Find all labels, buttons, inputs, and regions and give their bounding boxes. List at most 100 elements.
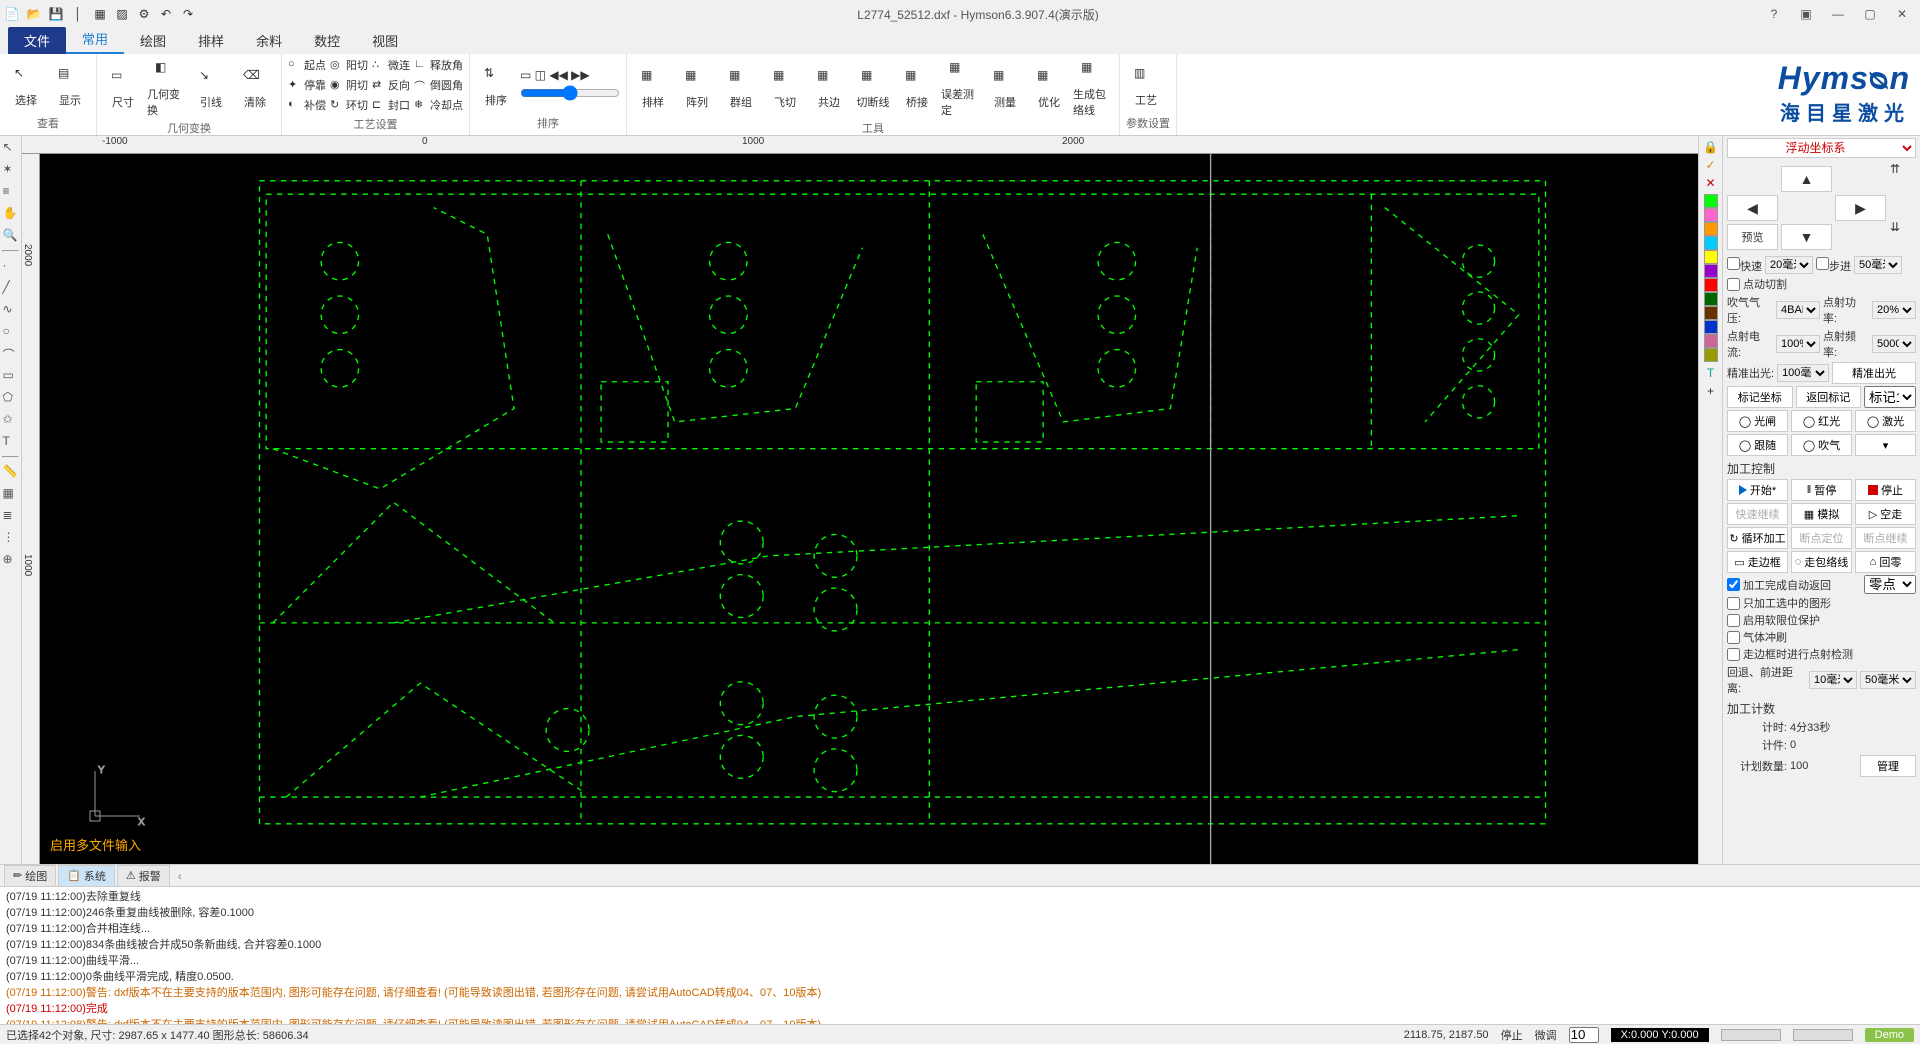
tool-line-icon[interactable]: ╱ [3,280,19,296]
tab-nest[interactable]: 排样 [182,27,240,54]
layer-swatch-3[interactable] [1704,236,1718,250]
tool-pointer-icon[interactable]: ↖ [3,140,19,156]
layer-swatch-10[interactable] [1704,334,1718,348]
tool-arc-icon[interactable]: ⌒ [3,346,19,362]
tool-8[interactable]: ▦测量 [985,64,1025,110]
tool-more-icon[interactable]: ⋮ [3,530,19,546]
size-button[interactable]: ▭尺寸 [103,64,143,110]
transform-button[interactable]: ◧几何变换 [147,56,187,118]
settings-icon[interactable]: ⚙ [136,6,152,22]
follow-button[interactable]: ◯ 跟随 [1727,434,1788,456]
preview-button[interactable]: 预览 [1727,224,1778,250]
tab-view[interactable]: 视图 [356,27,414,54]
fast-continue-button[interactable]: 快速继续 [1727,503,1788,525]
tool-circle-icon[interactable]: ○ [3,324,19,340]
tool-9[interactable]: ▦优化 [1029,64,1069,110]
chk-sel-only[interactable] [1727,597,1740,610]
fine-input[interactable] [1569,1027,1599,1043]
minimize-icon[interactable]: — [1824,4,1852,24]
chk-spot-cut[interactable] [1727,278,1740,291]
sort-slider[interactable] [520,85,620,101]
tool-rect-icon[interactable]: ▭ [3,368,19,384]
arrow-up[interactable]: ▲ [1781,166,1832,192]
layer-swatch-6[interactable] [1704,278,1718,292]
log-tab-system[interactable]: 📋 系统 [58,865,115,887]
tab-draw[interactable]: 绘图 [124,27,182,54]
precise-time[interactable]: 100毫秒 [1777,364,1829,382]
manage-button[interactable]: 管理 [1860,755,1916,777]
params-button[interactable]: ▥工艺 [1126,62,1166,108]
layer-swatch-1[interactable] [1704,208,1718,222]
close-icon[interactable]: ✕ [1888,4,1916,24]
open-file-icon[interactable]: 📂 [26,6,42,22]
home-button[interactable]: ⌂ 回零 [1855,551,1916,573]
tool-node-icon[interactable]: ✶ [3,162,19,178]
tech-dock[interactable]: ✦停靠 [288,76,326,94]
tool-snap-icon[interactable]: ⊕ [3,552,19,568]
layer-swatch-8[interactable] [1704,306,1718,320]
new-file-icon[interactable]: 📄 [4,6,20,22]
layer-swatch-4[interactable] [1704,250,1718,264]
tab-file[interactable]: 文件 [8,27,66,54]
stop-button[interactable]: 停止 [1855,479,1916,501]
fast-speed[interactable]: 20毫米 [1765,256,1813,274]
tool-star-icon[interactable]: ✩ [3,412,19,428]
drawing-canvas[interactable]: Y X 启用多文件输入 [40,154,1698,864]
layer-swatch-9[interactable] [1704,320,1718,334]
sort-minis[interactable]: ▭ ◫ ◀◀ ▶▶ [520,68,620,82]
maximize-icon[interactable]: ▢ [1856,4,1884,24]
tool-1[interactable]: ▦阵列 [677,64,717,110]
blow-button[interactable]: ◯ 吹气 [1791,434,1852,456]
tool-group-icon[interactable]: ▦ [3,486,19,502]
tool-text-icon[interactable]: T [3,434,19,450]
mark-select[interactable]: 标记1 [1864,386,1916,408]
layer-lock-icon[interactable]: 🔒 [1703,140,1718,154]
frame-button[interactable]: ▭ 走边框 [1727,551,1788,573]
chk-auto-return[interactable] [1727,578,1740,591]
tool-10[interactable]: ▦生成包络线 [1073,56,1113,118]
dryrun-button[interactable]: ▷ 空走 [1855,503,1916,525]
toggle-a-icon[interactable]: ▦ [92,6,108,22]
pause-button[interactable]: ‖ 暂停 [1791,479,1852,501]
bp-continue-button[interactable]: 断点继续 [1855,527,1916,549]
tool-polygon-icon[interactable]: ⬠ [3,390,19,406]
arrow-right[interactable]: ▶ [1835,195,1886,221]
tab-remnant[interactable]: 余料 [240,27,298,54]
log-body[interactable]: (07/19 11:12:00)去除重复线(07/19 11:12:00)246… [0,887,1920,1024]
leads-button[interactable]: ↘引线 [191,64,231,110]
layer-swatch-7[interactable] [1704,292,1718,306]
tech-comp[interactable]: ◐补偿 [288,96,326,114]
shutter-button[interactable]: ◯ 光闸 [1727,410,1788,432]
bp-locate-button[interactable]: 断点定位 [1791,527,1852,549]
tool-2[interactable]: ▦群组 [721,64,761,110]
spot-freq[interactable]: 5000Hz [1872,335,1916,353]
simulate-button[interactable]: ▦ 模拟 [1791,503,1852,525]
tech-micro[interactable]: ∴微连 [372,56,410,74]
spare-button[interactable]: ▾ [1855,434,1916,456]
tech-yang[interactable]: ◎阳切 [330,56,368,74]
blow-pressure[interactable]: 4BAR [1776,301,1820,319]
tech-release[interactable]: ∟释放角 [414,56,463,74]
tech-cool[interactable]: ❄冷却点 [414,96,463,114]
z-down-both[interactable]: ⇊ [1890,220,1916,246]
tool-point-icon[interactable]: · [3,258,19,274]
chk-step[interactable] [1816,257,1829,270]
precise-button[interactable]: 精准出光 [1832,362,1916,384]
tool-polyline-icon[interactable]: ∿ [3,302,19,318]
return-point-select[interactable]: 零点 [1864,575,1916,594]
tab-cnc[interactable]: 数控 [298,27,356,54]
log-tab-draw[interactable]: ✏ 绘图 [4,865,56,887]
tool-4[interactable]: ▦共边 [809,64,849,110]
chk-soft-limit[interactable] [1727,614,1740,627]
log-scroll-left[interactable]: ‹ [178,869,182,883]
tool-6[interactable]: ▦桥接 [897,64,937,110]
chk-fast[interactable] [1727,257,1740,270]
tech-yin[interactable]: ◉阴切 [330,76,368,94]
retreat-speed[interactable]: 50毫米/秒 [1860,671,1916,689]
tech-ring[interactable]: ↻环切 [330,96,368,114]
tool-layer-icon[interactable]: ≣ [3,508,19,524]
start-button[interactable]: 开始* [1727,479,1788,501]
step-dist[interactable]: 50毫米 [1854,256,1902,274]
tool-5[interactable]: ▦切断线 [853,64,893,110]
tech-fillet[interactable]: ⌒倒圆角 [414,76,463,94]
